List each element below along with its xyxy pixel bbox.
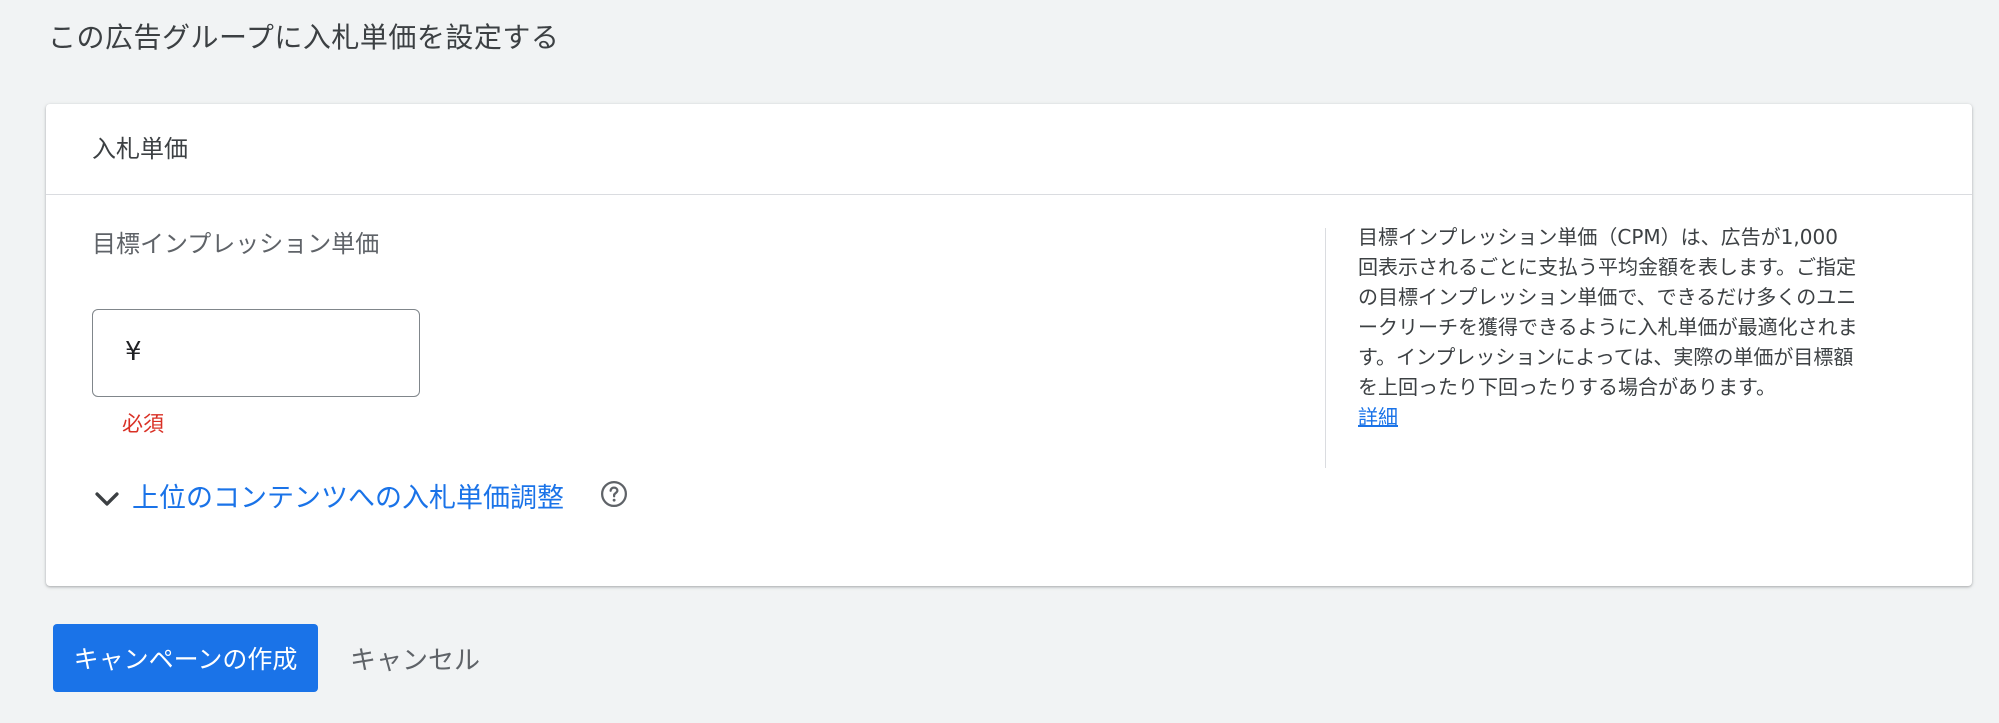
help-circle-icon[interactable]	[599, 479, 629, 509]
chevron-down-icon	[95, 492, 119, 506]
card-header: 入札単価	[46, 104, 1972, 195]
help-text: 目標インプレッション単価（CPM）は、広告が1,000 回表示されるごとに支払う…	[1358, 225, 1858, 399]
cancel-button[interactable]: キャンセル	[338, 624, 492, 692]
bid-card: 入札単価 目標インプレッション単価 ¥ 必須 上位のコンテンツへの入札単価調整 …	[46, 104, 1972, 586]
bid-adjustment-toggle[interactable]: 上位のコンテンツへの入札単価調整	[90, 474, 564, 524]
target-cpm-input[interactable]	[159, 324, 403, 382]
help-panel: 目標インプレッション単価（CPM）は、広告が1,000 回表示されるごとに支払う…	[1358, 222, 1858, 432]
bid-adjustment-label: 上位のコンテンツへの入札単価調整	[132, 483, 564, 514]
help-divider	[1325, 228, 1326, 468]
target-cpm-label: 目標インプレッション単価	[92, 230, 380, 258]
page-title: この広告グループに入札単価を設定する	[48, 21, 560, 54]
page: この広告グループに入札単価を設定する 入札単価 目標インプレッション単価 ¥ 必…	[0, 0, 1999, 723]
details-link[interactable]: 詳細	[1358, 402, 1398, 432]
target-cpm-field[interactable]: ¥	[92, 309, 420, 397]
currency-prefix: ¥	[125, 337, 142, 367]
create-campaign-button[interactable]: キャンペーンの作成	[53, 624, 318, 692]
required-error-text: 必須	[122, 412, 164, 436]
card-header-title: 入札単価	[92, 135, 188, 163]
